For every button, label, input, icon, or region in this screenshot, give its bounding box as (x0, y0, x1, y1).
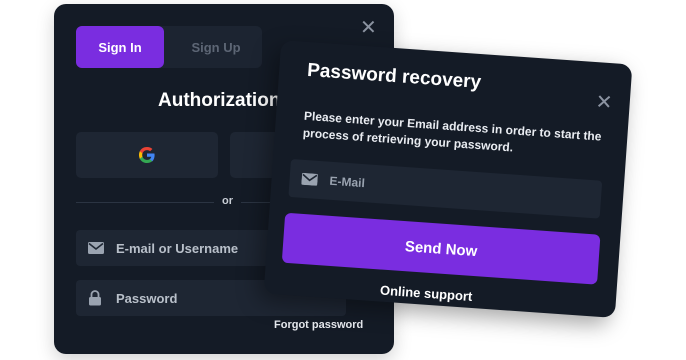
recovery-title: Password recovery (306, 59, 482, 94)
email-placeholder: E-mail or Username (116, 240, 239, 256)
mail-icon (301, 172, 320, 187)
recovery-email-field[interactable]: E-Mail (288, 159, 603, 219)
password-placeholder: Password (116, 290, 178, 306)
tab-sign-up[interactable]: Sign Up (172, 26, 260, 68)
password-recovery-dialog: Password recovery ✕ Please enter your Em… (263, 40, 633, 318)
auth-tabs: Sign In Sign Up (76, 26, 262, 68)
send-now-button[interactable]: Send Now (281, 212, 601, 285)
google-login-button[interactable] (76, 132, 218, 178)
close-icon[interactable]: ✕ (360, 18, 377, 38)
google-icon (139, 147, 155, 163)
tab-sign-in[interactable]: Sign In (76, 26, 164, 68)
lock-icon (88, 290, 106, 306)
mail-icon (88, 241, 106, 255)
or-separator: or (214, 195, 241, 207)
recovery-email-placeholder: E-Mail (329, 173, 366, 191)
forgot-password-link[interactable]: Forgot password (274, 319, 363, 331)
close-icon[interactable]: ✕ (595, 91, 613, 114)
recovery-description: Please enter your Email address in order… (302, 108, 602, 155)
online-support-link[interactable]: Online support (380, 283, 473, 304)
